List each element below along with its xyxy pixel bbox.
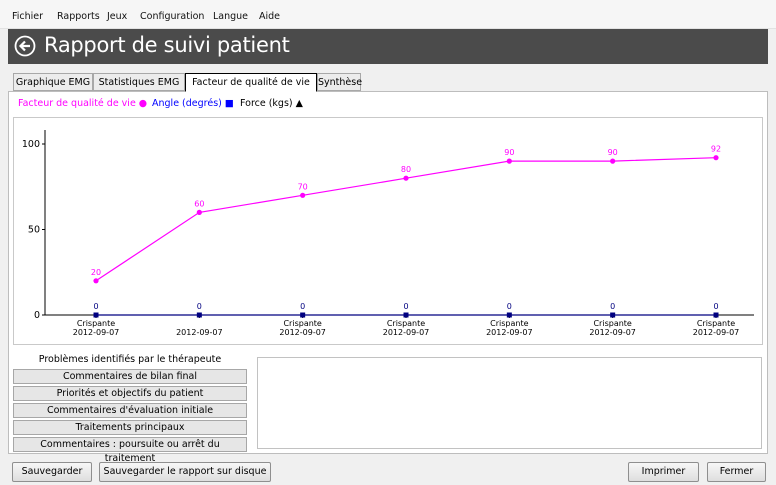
data-label: 0 <box>713 302 718 311</box>
data-point <box>506 312 512 318</box>
menu-jeux[interactable]: Jeux <box>107 11 127 22</box>
title-bar: Rapport de suivi patient <box>8 29 768 64</box>
legend-angle: Angle (degrés) ■ <box>152 98 234 109</box>
menu-fichier[interactable]: Fichier <box>12 11 43 22</box>
y-tick-label: 50 <box>28 225 40 236</box>
data-point <box>196 209 202 215</box>
data-point <box>713 312 719 318</box>
x-tick-label-date: 2012-09-07 <box>693 328 740 337</box>
x-tick-label-category: Crispante <box>490 319 528 328</box>
comment-tab-traitements[interactable]: Traitements principaux <box>13 420 247 435</box>
x-tick-label-date: 2012-09-07 <box>279 328 326 337</box>
data-point <box>196 312 202 318</box>
menu-configuration[interactable]: Configuration <box>140 11 204 22</box>
legend-facteur: Facteur de qualité de vie ● <box>18 98 148 109</box>
data-point <box>300 192 306 198</box>
data-label: 0 <box>403 302 408 311</box>
legend-force: Force (kgs) ▲ <box>240 98 303 109</box>
save-button[interactable]: Sauvegarder <box>12 462 92 482</box>
x-tick-label-date: 2012-09-07 <box>589 328 636 337</box>
data-point <box>300 312 306 318</box>
data-label: 0 <box>507 302 512 311</box>
page-title: Rapport de suivi patient <box>44 33 290 57</box>
data-label: 0 <box>197 302 202 311</box>
x-tick-label-date: 2012-09-07 <box>383 328 430 337</box>
data-point <box>403 175 409 181</box>
tab-facteur-qualite-vie[interactable]: Facteur de qualité de vie <box>185 73 317 92</box>
x-tick-label-date: 2012-09-07 <box>176 328 223 337</box>
menu-bar: Fichier Rapports Jeux Configuration Lang… <box>0 0 776 29</box>
data-label: 60 <box>194 199 204 208</box>
comment-tab-priorites[interactable]: Priorités et objectifs du patient <box>13 386 247 401</box>
y-tick-label: 100 <box>22 139 40 150</box>
menu-langue[interactable]: Langue <box>213 11 248 22</box>
tab-synthese[interactable]: Synthèse <box>317 73 362 91</box>
tab-statistiques-emg[interactable]: Statistiques EMG <box>93 73 185 91</box>
comment-tab-bilan-final[interactable]: Commentaires de bilan final <box>13 369 247 384</box>
data-point <box>610 158 616 164</box>
save-to-disk-button[interactable]: Sauvegarder le rapport sur disque <box>99 462 271 482</box>
x-tick-label-category: Crispante <box>283 319 321 328</box>
data-point <box>610 312 616 318</box>
data-point <box>713 155 719 161</box>
back-arrow-icon[interactable] <box>14 35 36 57</box>
data-point <box>403 312 409 318</box>
y-tick-label: 0 <box>34 310 40 321</box>
chart-area: 0 50 100 Crispante 2012-09-07 2012-09-07 Crisp… <box>13 117 763 345</box>
line-chart: 050100Crispante2012-09-07 2012-09-07Crisp… <box>22 130 754 337</box>
x-tick-label-category: Crispante <box>593 319 631 328</box>
data-label: 0 <box>610 302 615 311</box>
menu-aide[interactable]: Aide <box>259 11 280 22</box>
menu-rapports[interactable]: Rapports <box>57 11 100 22</box>
comment-textarea[interactable] <box>257 357 762 449</box>
x-tick-label-category: Crispante <box>77 319 115 328</box>
data-label: 0 <box>93 302 98 311</box>
data-label: 90 <box>504 148 514 157</box>
x-tick-label-category: Crispante <box>387 319 425 328</box>
comment-tab-evaluation-initiale[interactable]: Commentaires d'évaluation initiale <box>13 403 247 418</box>
data-label: 70 <box>298 182 308 191</box>
x-tick-label-category: Crispante <box>697 319 735 328</box>
close-button[interactable]: Fermer <box>707 462 766 482</box>
data-point <box>93 312 99 318</box>
data-label: 80 <box>401 165 411 174</box>
comment-tab-poursuite-arret[interactable]: Commentaires : poursuite ou arrêt du tra… <box>13 437 247 464</box>
print-button[interactable]: Imprimer <box>628 462 699 482</box>
comment-tab-problemes[interactable]: Problèmes identifiés par le thérapeute <box>13 352 247 367</box>
data-label: 92 <box>711 145 721 154</box>
tab-graphique-emg[interactable]: Graphique EMG <box>13 73 93 91</box>
data-label: 90 <box>608 148 618 157</box>
x-tick-label-date: 2012-09-07 <box>73 328 120 337</box>
data-label: 0 <box>300 302 305 311</box>
data-label: 20 <box>91 268 101 277</box>
data-point <box>93 278 99 284</box>
data-point <box>506 158 512 164</box>
x-tick-label-date: 2012-09-07 <box>486 328 533 337</box>
